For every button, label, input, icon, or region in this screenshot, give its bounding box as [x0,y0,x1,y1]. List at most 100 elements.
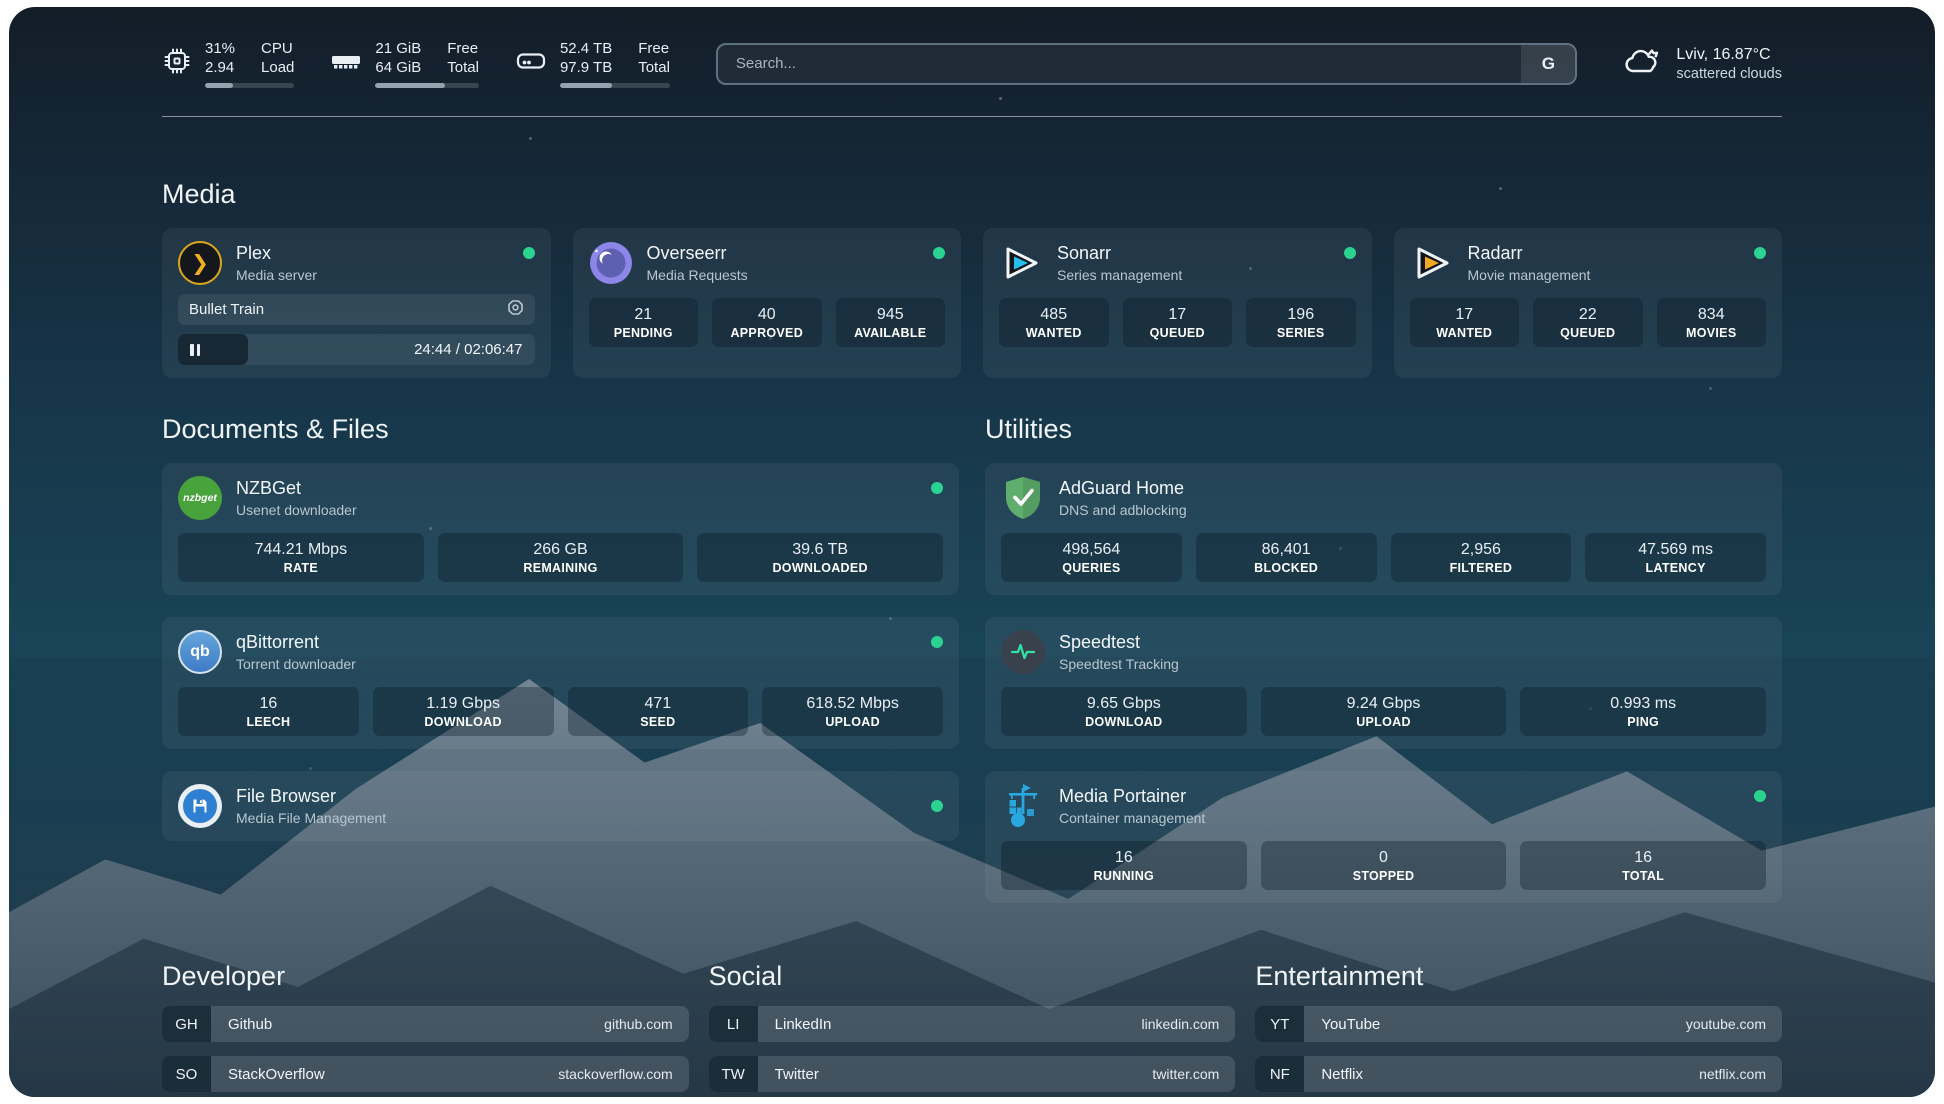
bookmark-group-developer: Developer GH Github github.com SO StackO… [162,961,689,1097]
stat-filtered: 2,956 FILTERED [1391,533,1572,582]
disk-progress-bar [560,83,670,88]
stat-running: 16 RUNNING [1001,841,1247,890]
disk-widget: 52.4 TB 97.9 TB Free Total [515,39,670,88]
status-online-dot [933,247,945,259]
service-card-nzbget[interactable]: nzbget NZBGet Usenet downloader 744.21 M… [162,463,959,595]
memory-total-label: Total [447,58,479,77]
disk-icon [515,46,547,81]
stat-stopped: 0 STOPPED [1261,841,1507,890]
cpu-usage-label: CPU [261,39,294,58]
plex-logo-icon: ❯ [178,241,222,285]
disk-total-value: 97.9 TB [560,58,612,77]
service-name: Sonarr [1057,243,1182,264]
disk-free-value: 52.4 TB [560,39,612,58]
cpu-load-label: Load [261,58,294,77]
bookmark-abbr: GH [162,1006,211,1042]
stat-upload: 9.24 Gbps UPLOAD [1261,687,1507,736]
sonarr-logo-icon [999,241,1043,285]
nzbget-logo-icon: nzbget [178,476,222,520]
service-description: Speedtest Tracking [1059,656,1179,672]
service-name: Radarr [1468,243,1591,264]
stat-leech: 16 LEECH [178,687,359,736]
status-online-dot [523,247,535,259]
filebrowser-logo-icon [178,784,222,828]
now-playing-title: Bullet Train [189,301,264,318]
service-card-overseerr[interactable]: Overseerr Media Requests 21 PENDING 40 A… [573,228,962,378]
bookmark-github[interactable]: GH Github github.com [162,1006,689,1042]
bookmark-abbr: TW [709,1056,758,1092]
bookmark-name: Netflix [1304,1056,1363,1092]
stat-available: 945 AVAILABLE [836,298,946,347]
pause-icon [190,344,200,356]
service-description: Series management [1057,267,1182,283]
stat-remaining: 266 GB REMAINING [438,533,684,582]
service-name: Overseerr [647,243,748,264]
resource-widgets: 31% 2.94 CPU Load [162,39,670,88]
header-divider [162,116,1782,117]
bookmark-url: github.com [604,1006,688,1042]
service-name: AdGuard Home [1059,478,1187,499]
service-card-filebrowser[interactable]: File Browser Media File Management [162,771,959,841]
service-card-speedtest[interactable]: Speedtest Speedtest Tracking 9.65 Gbps D… [985,617,1782,749]
memory-total-value: 64 GiB [375,58,421,77]
session-type-icon [507,299,524,320]
radarr-logo-icon [1410,241,1454,285]
search-bar: G [716,43,1578,85]
overseerr-logo-icon [589,241,633,285]
bookmark-abbr: LI [709,1006,758,1042]
weather-location-temp: Lviv, 16.87°C [1676,46,1782,64]
bookmark-name: YouTube [1304,1006,1380,1042]
stat-downloaded: 39.6 TB DOWNLOADED [697,533,943,582]
bookmark-twitter[interactable]: TW Twitter twitter.com [709,1056,1236,1092]
search-input[interactable] [718,45,1522,83]
bookmark-name: Twitter [758,1056,819,1092]
memory-free-value: 21 GiB [375,39,421,58]
stat-seed: 471 SEED [568,687,749,736]
service-description: Container management [1059,810,1205,826]
cpu-icon [162,46,192,81]
cpu-progress-bar [205,83,294,88]
bookmark-name: LinkedIn [758,1006,832,1042]
service-card-portainer[interactable]: Media Portainer Container management 16 … [985,771,1782,903]
dashboard-app: 31% 2.94 CPU Load [9,7,1935,1097]
bookmark-stackoverflow[interactable]: SO StackOverflow stackoverflow.com [162,1056,689,1092]
stat-upload: 618.52 Mbps UPLOAD [762,687,943,736]
playback-progress-row: 24:44 / 02:06:47 [178,334,535,365]
bookmark-linkedin[interactable]: LI LinkedIn linkedin.com [709,1006,1236,1042]
stat-queued: 17 QUEUED [1123,298,1233,347]
bookmark-url: netflix.com [1699,1056,1782,1092]
speedtest-logo-icon [1001,630,1045,674]
adguard-logo-icon [1001,476,1045,520]
service-name: Plex [236,243,317,264]
service-name: File Browser [236,786,386,807]
stat-download: 1.19 Gbps DOWNLOAD [373,687,554,736]
status-online-dot [1754,790,1766,802]
service-name: Media Portainer [1059,786,1205,807]
bookmark-youtube[interactable]: YT YouTube youtube.com [1255,1006,1782,1042]
top-bar: 31% 2.94 CPU Load [162,39,1782,88]
service-card-radarr[interactable]: Radarr Movie management 17 WANTED 22 QUE… [1394,228,1783,378]
service-description: Torrent downloader [236,656,356,672]
weather-condition: scattered clouds [1676,66,1782,82]
service-card-plex[interactable]: ❯ Plex Media server Bullet Train [162,228,551,378]
weather-widget: Lviv, 16.87°C scattered clouds [1623,45,1782,82]
bookmark-group-entertainment: Entertainment YT YouTube youtube.com NF … [1255,961,1782,1097]
bookmark-abbr: NF [1255,1056,1304,1092]
cpu-widget: 31% 2.94 CPU Load [162,39,294,88]
stat-queries: 498,564 QUERIES [1001,533,1182,582]
service-card-sonarr[interactable]: Sonarr Series management 485 WANTED 17 Q… [983,228,1372,378]
service-description: Media File Management [236,810,386,826]
bookmark-netflix[interactable]: NF Netflix netflix.com [1255,1056,1782,1092]
stat-total: 16 TOTAL [1520,841,1766,890]
stat-wanted: 17 WANTED [1410,298,1520,347]
service-card-adguard[interactable]: AdGuard Home DNS and adblocking 498,564 … [985,463,1782,595]
bookmark-url: youtube.com [1686,1006,1782,1042]
bookmark-url: linkedin.com [1142,1006,1236,1042]
memory-icon [330,46,362,81]
status-online-dot [1344,247,1356,259]
service-name: Speedtest [1059,632,1179,653]
section-title-developer: Developer [162,961,689,992]
bookmark-group-social: Social LI LinkedIn linkedin.com TW Twitt… [709,961,1236,1097]
service-card-qbittorrent[interactable]: qb qBittorrent Torrent downloader 16 LEE… [162,617,959,749]
search-provider-button[interactable]: G [1521,45,1575,83]
